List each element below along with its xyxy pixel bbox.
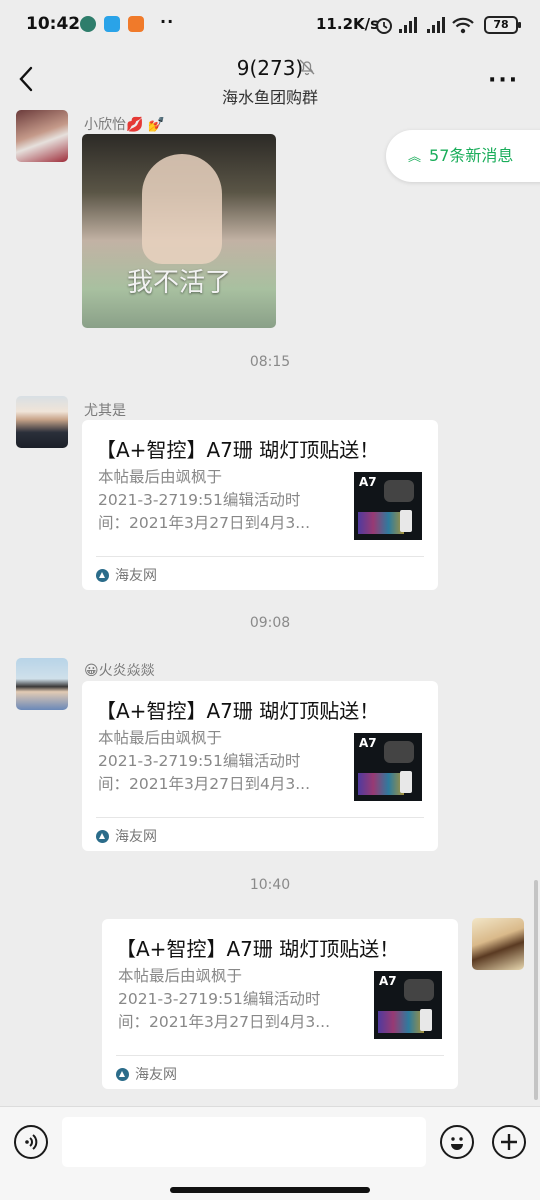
more-notifications-icon: ·· bbox=[160, 12, 175, 31]
signal-icon bbox=[427, 17, 445, 33]
card-source: 海友网 bbox=[116, 1064, 177, 1084]
link-card[interactable]: 【A+智控】A7珊 瑚灯顶贴送！ 本帖最后由飒枫于 2021-3-2719:51… bbox=[82, 681, 438, 851]
network-speed: 11.2K/s bbox=[316, 15, 380, 33]
status-time: 10:42 bbox=[26, 14, 81, 34]
card-description: 本帖最后由飒枫于 2021-3-2719:51编辑活动时 间：2021年3月27… bbox=[98, 468, 311, 532]
app-notification-icon bbox=[128, 16, 144, 32]
source-logo-icon bbox=[96, 569, 109, 582]
chat-header: 9(273) 海水鱼团购群 ··· bbox=[0, 50, 540, 110]
avatar[interactable] bbox=[16, 396, 68, 448]
voice-input-button[interactable] bbox=[14, 1125, 48, 1159]
double-up-arrow-icon: ︽ bbox=[408, 150, 422, 165]
card-source: 海友网 bbox=[96, 565, 157, 585]
card-divider bbox=[96, 817, 424, 818]
card-thumbnail: A7 bbox=[354, 472, 422, 540]
timestamp: 09:08 bbox=[249, 615, 291, 631]
mute-bell-icon bbox=[299, 59, 315, 76]
new-messages-label: 57条新消息 bbox=[429, 146, 514, 165]
avatar[interactable] bbox=[16, 110, 68, 162]
scrollbar[interactable] bbox=[534, 880, 538, 1100]
link-card[interactable]: 【A+智控】A7珊 瑚灯顶贴送！ 本帖最后由飒枫于 2021-3-2719:51… bbox=[82, 420, 438, 590]
card-title: 【A+智控】A7珊 瑚灯顶贴送！ bbox=[96, 438, 380, 462]
card-source: 海友网 bbox=[96, 826, 157, 846]
emoji-button[interactable] bbox=[440, 1125, 474, 1159]
app-notification-icon bbox=[104, 16, 120, 32]
card-divider bbox=[116, 1055, 444, 1056]
signal-icon bbox=[399, 17, 417, 33]
status-bar: 10:42 ·· 11.2K/s 78 bbox=[0, 0, 540, 50]
home-indicator[interactable] bbox=[170, 1187, 370, 1193]
new-messages-button[interactable]: ︽ 57条新消息 bbox=[386, 130, 540, 182]
voice-icon bbox=[25, 1134, 38, 1150]
card-thumbnail: A7 bbox=[374, 971, 442, 1039]
avatar[interactable] bbox=[472, 918, 524, 970]
sender-name: 小欣怡💋 💅 bbox=[84, 117, 166, 133]
card-description: 本帖最后由飒枫于 2021-3-2719:51编辑活动时 间：2021年3月27… bbox=[118, 967, 331, 1031]
app-notification-icon bbox=[80, 16, 96, 32]
input-bar bbox=[0, 1106, 540, 1200]
source-logo-icon bbox=[96, 830, 109, 843]
timestamp: 10:40 bbox=[249, 877, 291, 893]
more-options-icon[interactable]: ··· bbox=[488, 68, 519, 93]
plus-icon bbox=[501, 1134, 517, 1150]
source-logo-icon bbox=[116, 1068, 129, 1081]
image-caption: 我不活了 bbox=[126, 268, 231, 298]
more-functions-button[interactable] bbox=[492, 1125, 526, 1159]
alarm-icon bbox=[376, 18, 392, 34]
image-figure bbox=[142, 154, 222, 264]
emoji-icon bbox=[451, 1137, 463, 1150]
chat-title: 9(273) bbox=[236, 56, 304, 80]
card-title: 【A+智控】A7珊 瑚灯顶贴送！ bbox=[116, 937, 400, 961]
timestamp: 08:15 bbox=[249, 354, 291, 370]
status-icons bbox=[376, 17, 474, 34]
avatar[interactable] bbox=[16, 658, 68, 710]
card-title: 【A+智控】A7珊 瑚灯顶贴送！ bbox=[96, 699, 380, 723]
battery-icon: 78 bbox=[484, 16, 521, 34]
chat-subtitle: 海水鱼团购群 bbox=[221, 88, 318, 107]
sender-name: 尤其是 bbox=[84, 403, 126, 419]
link-card[interactable]: 【A+智控】A7珊 瑚灯顶贴送！ 本帖最后由飒枫于 2021-3-2719:51… bbox=[102, 919, 458, 1089]
message-input[interactable] bbox=[62, 1117, 426, 1167]
card-description: 本帖最后由飒枫于 2021-3-2719:51编辑活动时 间：2021年3月27… bbox=[98, 729, 311, 793]
card-divider bbox=[96, 556, 424, 557]
card-thumbnail: A7 bbox=[354, 733, 422, 801]
wifi-icon bbox=[452, 17, 474, 34]
sender-name: 😀火炎焱燚 bbox=[84, 663, 155, 679]
image-message[interactable]: 我不活了 bbox=[82, 134, 276, 328]
